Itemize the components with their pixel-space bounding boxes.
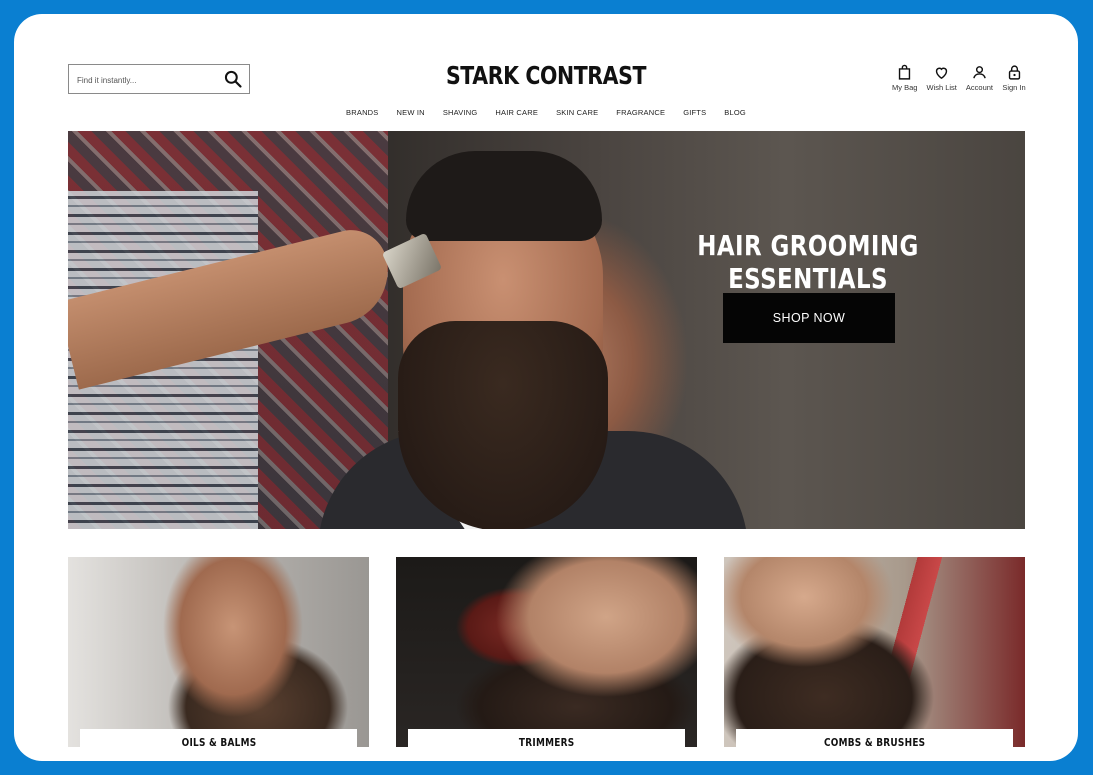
category-tile-trimmers[interactable]: TRIMMERS — [396, 557, 697, 747]
nav-item-hair-care[interactable]: HAIR CARE — [486, 108, 547, 117]
user-icon — [973, 66, 986, 79]
my-bag-link[interactable]: My Bag — [892, 64, 917, 92]
nav-item-gifts[interactable]: GIFTS — [674, 108, 715, 117]
nav-item-brands[interactable]: BRANDS — [337, 108, 387, 117]
main-nav: BRANDS NEW IN SHAVING HAIR CARE SKIN CAR… — [14, 108, 1078, 117]
lock-icon — [1008, 65, 1020, 80]
account-label: Account — [965, 83, 993, 92]
nav-item-fragrance[interactable]: FRAGRANCE — [607, 108, 674, 117]
nav-item-skin-care[interactable]: SKIN CARE — [547, 108, 607, 117]
sign-in-label: Sign In — [1002, 83, 1026, 92]
wish-list-label: Wish List — [926, 83, 957, 92]
category-image — [724, 557, 1025, 747]
heart-icon — [936, 67, 948, 80]
hero-photo-client-hair — [406, 151, 602, 241]
utility-nav: My Bag Wish List Account Sign In — [892, 64, 1026, 92]
category-label: COMBS & BRUSHES — [823, 737, 926, 747]
site-logo[interactable]: STARK CONTRAST — [110, 61, 982, 90]
hero-banner[interactable]: HAIR GROOMING ESSENTIALS SHOP NOW — [68, 131, 1025, 529]
bag-icon — [899, 64, 911, 80]
account-link[interactable]: Account — [966, 64, 993, 92]
nav-item-shaving[interactable]: SHAVING — [434, 108, 487, 117]
category-label-box: TRIMMERS — [408, 729, 685, 747]
category-image — [396, 557, 697, 747]
nav-item-new-in[interactable]: NEW IN — [388, 108, 434, 117]
sign-in-link[interactable]: Sign In — [1002, 64, 1026, 92]
category-label-box: COMBS & BRUSHES — [736, 729, 1013, 747]
my-bag-label: My Bag — [892, 83, 918, 92]
wish-list-link[interactable]: Wish List — [926, 64, 957, 92]
category-tile-oils-balms[interactable]: OILS & BALMS — [68, 557, 369, 747]
browser-frame: STARK CONTRAST My Bag Wish List Account — [14, 14, 1078, 761]
category-label: OILS & BALMS — [181, 737, 256, 747]
category-label-box: OILS & BALMS — [80, 729, 357, 747]
nav-item-blog[interactable]: BLOG — [715, 108, 755, 117]
hero-title: HAIR GROOMING ESSENTIALS — [697, 229, 919, 295]
shop-now-button[interactable]: SHOP NOW — [723, 293, 895, 343]
category-image — [68, 557, 369, 747]
hero-photo-client-beard — [398, 321, 608, 529]
category-tile-combs-brushes[interactable]: COMBS & BRUSHES — [724, 557, 1025, 747]
category-label: TRIMMERS — [518, 737, 575, 747]
